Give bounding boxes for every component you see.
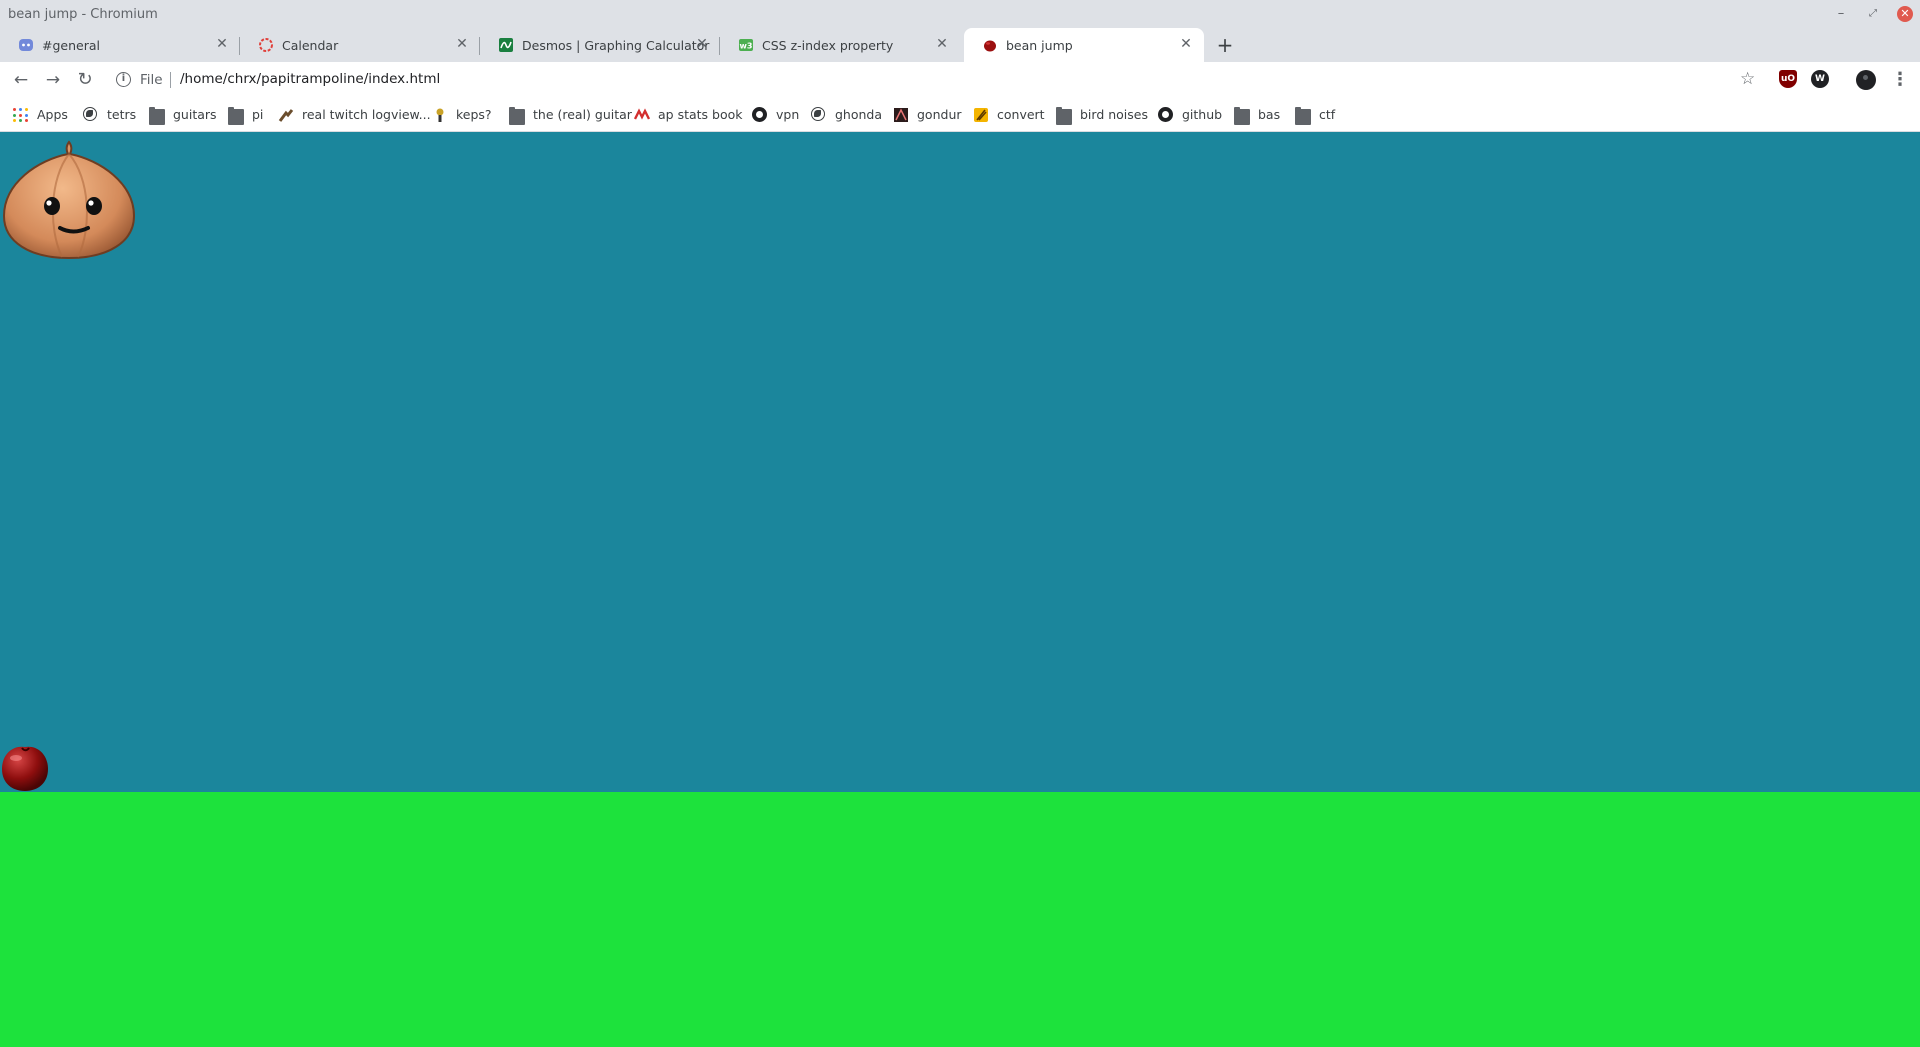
folder-icon: [1056, 107, 1072, 125]
close-tab-icon[interactable]: ✕: [454, 36, 470, 52]
menu-icon[interactable]: ⋮: [1890, 69, 1910, 91]
onion-sprite: [2, 140, 136, 260]
minimize-button[interactable]: –: [1833, 6, 1849, 22]
bookmark-label: ap stats book: [658, 107, 743, 122]
bean-icon: [984, 40, 996, 52]
folder-icon: [228, 107, 244, 125]
game-sky: [0, 132, 1920, 792]
folder-icon: [1295, 107, 1311, 125]
bookmark-label: Apps: [37, 107, 68, 122]
twitch-logview-icon: [278, 109, 294, 122]
tab-general[interactable]: #general ✕: [0, 28, 240, 62]
tab-calendar[interactable]: Calendar ✕: [240, 28, 480, 62]
tab-label: CSS z-index property: [762, 38, 894, 53]
url-text[interactable]: /home/chrx/papitrampoline/index.html: [180, 71, 440, 87]
page-viewport[interactable]: [0, 132, 1920, 1047]
bookmark-label: the (real) guitar: [533, 107, 632, 122]
browser-toolbar: ← → ↻ i File /home/chrx/papitrampoline/i…: [0, 62, 1920, 98]
url-scheme: File: [140, 72, 163, 88]
convert-icon: [974, 108, 988, 122]
globe-icon: [83, 107, 97, 121]
window-titlebar: bean jump - Chromium – ⤢ ✕: [0, 0, 1920, 28]
bookmark-label: pi: [252, 107, 264, 122]
tab-desmos[interactable]: Desmos | Graphing Calculator ✕: [480, 28, 720, 62]
forward-button[interactable]: →: [42, 69, 64, 91]
tab-label: Calendar: [282, 38, 339, 53]
omnibox-divider: [170, 72, 171, 88]
w-extension-icon[interactable]: W: [1811, 70, 1829, 88]
window-title: bean jump - Chromium: [8, 7, 158, 22]
github-icon: [1158, 107, 1173, 122]
profile-avatar[interactable]: [1856, 70, 1876, 90]
tab-label: bean jump: [1006, 38, 1073, 53]
bookmark-label: ghonda: [835, 107, 883, 122]
bookmark-label: real twitch logview...: [302, 107, 431, 122]
back-button[interactable]: ←: [10, 69, 32, 91]
tab-strip: #general ✕ Calendar ✕ Desmos | Graphing …: [0, 28, 1920, 62]
gondur-icon: [894, 108, 908, 122]
folder-icon: [509, 107, 525, 125]
tab-css-z-index[interactable]: w3 CSS z-index property ✕: [720, 28, 960, 62]
close-window-button[interactable]: ✕: [1897, 6, 1913, 22]
bookmark-label: vpn: [776, 107, 800, 122]
globe-icon: [811, 107, 825, 121]
book-icon: [634, 108, 650, 120]
bookmark-label: ctf: [1319, 107, 1336, 122]
close-tab-icon[interactable]: ✕: [214, 36, 230, 52]
bookmark-label: bas: [1258, 107, 1281, 122]
github-icon: [752, 107, 767, 122]
desmos-icon: [499, 38, 513, 52]
svg-text:w3: w3: [740, 42, 753, 51]
bookmark-label: gondur: [917, 107, 962, 122]
bookmark-star-icon[interactable]: ☆: [1740, 69, 1755, 89]
tab-label: Desmos | Graphing Calculator: [522, 38, 710, 53]
ublock-origin-icon[interactable]: uO: [1779, 70, 1797, 88]
folder-icon: [149, 107, 165, 125]
tab-label: #general: [42, 38, 100, 53]
bookmarks-bar: Apps tetrs guitars pi real twitch logvie…: [0, 98, 1920, 132]
game-ground: [0, 792, 1920, 1047]
restore-button[interactable]: ⤢: [1865, 6, 1881, 22]
discord-icon: [19, 39, 33, 51]
reload-button[interactable]: ↻: [74, 69, 96, 91]
info-icon[interactable]: i: [116, 72, 131, 87]
bookmark-label: github: [1182, 107, 1223, 122]
close-tab-icon[interactable]: ✕: [934, 36, 950, 52]
tab-bean-jump[interactable]: bean jump ✕: [964, 28, 1204, 62]
bookmark-label: guitars: [173, 107, 217, 122]
w3schools-icon: w3: [739, 39, 753, 51]
folder-icon: [1234, 107, 1250, 125]
calendar-icon: [259, 38, 273, 52]
apps-icon: [13, 107, 29, 123]
bean-sprite: [2, 746, 48, 791]
bookmark-label: keps?: [456, 107, 492, 122]
bookmark-label: tetrs: [107, 107, 137, 122]
address-bar[interactable]: i File /home/chrx/papitrampoline/index.h…: [106, 66, 1766, 94]
bookmark-label: bird noises: [1080, 107, 1148, 122]
keps-icon: [436, 108, 444, 122]
bookmark-label: convert: [997, 107, 1045, 122]
close-tab-icon[interactable]: ✕: [1178, 36, 1194, 52]
new-tab-button[interactable]: +: [1214, 35, 1236, 57]
close-tab-icon[interactable]: ✕: [694, 36, 710, 52]
